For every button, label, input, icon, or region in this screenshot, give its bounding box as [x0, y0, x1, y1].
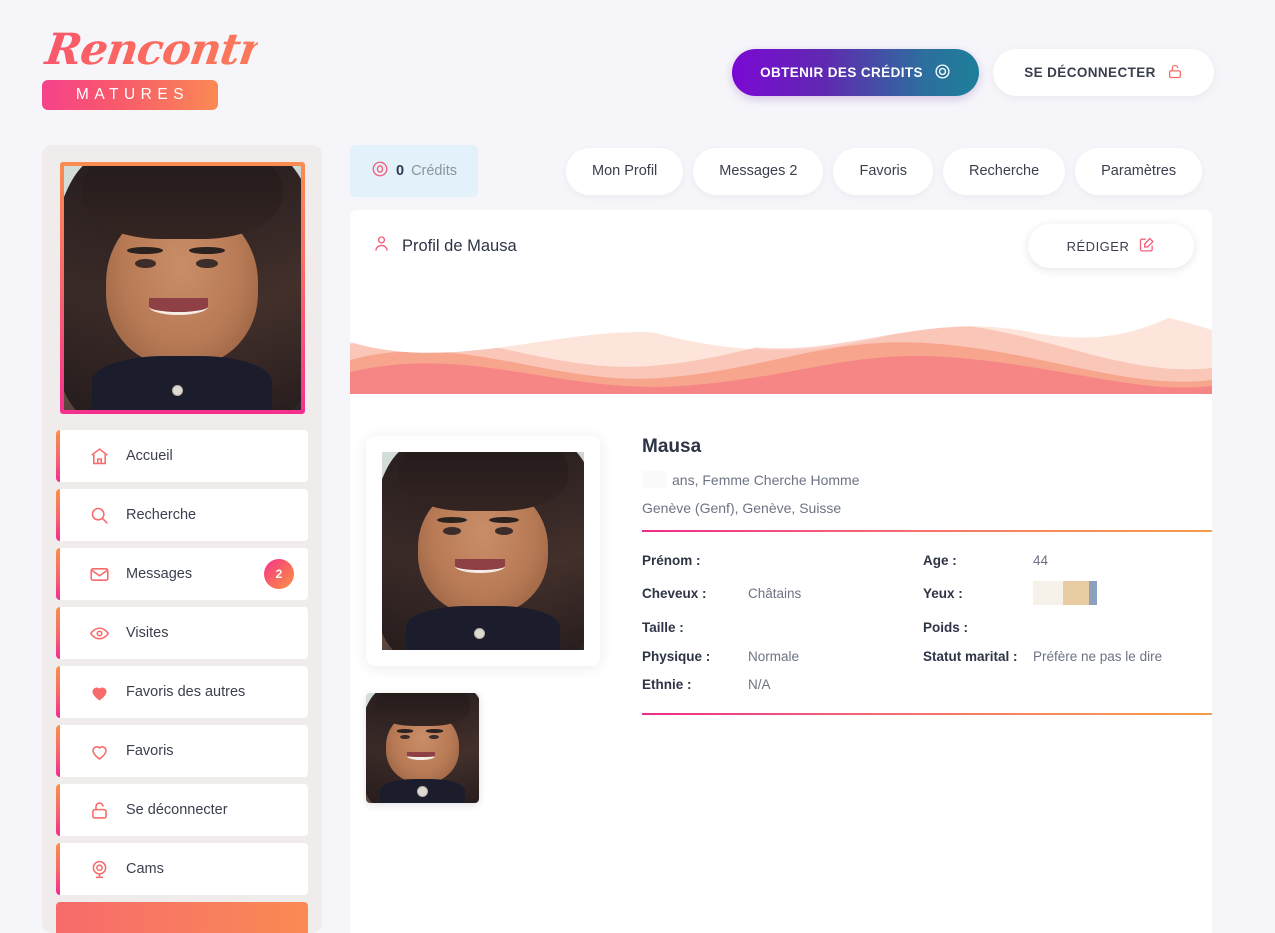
get-credits-label: OBTENIR DES CRÉDITS	[760, 65, 923, 80]
target-coin-icon	[371, 160, 389, 183]
pencil-square-icon	[1138, 236, 1155, 256]
panel-header: Profil de Mausa RÉDIGER	[350, 210, 1212, 282]
logout-label: SE DÉCONNECTER	[1024, 65, 1156, 80]
profile-info: Mausa ans, Femme Cherche Homme Genève (G…	[642, 436, 1212, 803]
tab-messages[interactable]: Messages 2	[693, 147, 824, 195]
tab-mon-profil[interactable]: Mon Profil	[566, 147, 684, 195]
sidebar-item-label: Visites	[126, 625, 169, 641]
sidebar-item-label: Messages	[126, 566, 193, 582]
brand-logo[interactable]: Rencontres MATURES	[42, 24, 314, 110]
sidebar-item-messages[interactable]: Messages 2	[56, 548, 308, 600]
sidebar-item-recherche[interactable]: Recherche	[56, 489, 308, 541]
brand-banner-word: MATURES	[42, 80, 218, 110]
sidebar-nav: Accueil Recherche Messages 2 Visites Fav…	[56, 430, 308, 933]
divider-top	[642, 530, 1212, 532]
field-value: N/A	[748, 677, 771, 692]
webcam-icon	[88, 858, 110, 880]
tab-recherche[interactable]: Recherche	[943, 147, 1066, 195]
decorative-wave-banner	[350, 282, 1212, 394]
tab-bar: Mon Profil Messages 2 Favoris Recherche …	[566, 147, 1203, 195]
field-label: Statut marital :	[923, 649, 1018, 664]
get-credits-button[interactable]: OBTENIR DES CRÉDITS	[732, 49, 979, 96]
sidebar-item-label: Favoris	[126, 743, 174, 759]
field-label: Ethnie :	[642, 677, 692, 692]
sidebar-item-label: Accueil	[126, 448, 173, 464]
unlock-icon	[1167, 63, 1183, 83]
heart-outline-icon	[88, 740, 110, 762]
brand-script-name: Rencontres	[38, 24, 314, 76]
envelope-icon	[88, 563, 110, 585]
top-toolbar: 0 Crédits Mon Profil Messages 2 Favoris …	[350, 145, 1212, 197]
page-title: Profil de Mausa	[402, 236, 517, 255]
field-label: Taille :	[642, 619, 684, 635]
main-photo-card[interactable]	[366, 436, 600, 666]
main-content: 0 Crédits Mon Profil Messages 2 Favoris …	[350, 145, 1212, 933]
search-icon	[88, 504, 110, 526]
sidebar-item-label: Favoris des autres	[126, 684, 246, 700]
credits-label: Crédits	[411, 163, 457, 179]
messages-badge: 2	[264, 559, 294, 589]
divider-bottom-info	[642, 713, 1212, 715]
field-value: Châtains	[748, 585, 802, 601]
logout-button[interactable]: SE DÉCONNECTER	[993, 49, 1214, 96]
field-value: 44	[1033, 553, 1049, 568]
field-value: Normale	[748, 649, 800, 664]
field-label: Poids :	[923, 619, 969, 635]
avatar[interactable]	[59, 162, 305, 414]
sidebar-item-label: Cams	[126, 861, 164, 877]
avatar-photo	[63, 166, 301, 410]
eyes-color-swatch	[1033, 581, 1097, 605]
sidebar-item-label: Se déconnecter	[126, 802, 228, 818]
field-value	[1033, 581, 1212, 605]
profile-subline-text: ans, Femme Cherche Homme	[672, 471, 860, 488]
profile-detail-grid: Prénom : Age : 44 Cheveux : Châtains Yeu…	[642, 553, 1212, 692]
sidebar: Accueil Recherche Messages 2 Visites Fav…	[42, 145, 322, 933]
sidebar-item-visites[interactable]: Visites	[56, 607, 308, 659]
age-redacted-block	[642, 471, 666, 488]
credits-count: 0	[395, 163, 405, 179]
unlock-icon	[88, 799, 110, 821]
sidebar-item-accueil[interactable]: Accueil	[56, 430, 308, 482]
tab-parametres[interactable]: Paramètres	[1075, 147, 1203, 195]
field-label: Yeux :	[923, 585, 963, 601]
photo-column	[366, 436, 607, 803]
tab-favoris[interactable]: Favoris	[833, 147, 934, 195]
person-icon	[372, 234, 391, 258]
photo-thumbnail[interactable]	[366, 693, 479, 803]
profile-body: Mausa ans, Femme Cherche Homme Genève (G…	[350, 394, 1212, 803]
profile-panel: Profil de Mausa RÉDIGER Mausa ans, Femme…	[350, 210, 1212, 933]
sidebar-item-cams[interactable]: Cams	[56, 843, 308, 895]
field-value	[748, 618, 923, 636]
sidebar-item-label: Recherche	[126, 507, 197, 523]
sidebar-item-se-deconnecter[interactable]: Se déconnecter	[56, 784, 308, 836]
field-label: Age :	[923, 553, 957, 568]
profile-name: Mausa	[642, 436, 702, 457]
sidebar-item-favoris[interactable]: Favoris	[56, 725, 308, 777]
home-icon	[88, 445, 110, 467]
profile-location: Genève (Genf), Genève, Suisse	[642, 500, 842, 516]
app-header: Rencontres MATURES OBTENIR DES CRÉDITS S…	[0, 0, 1275, 140]
heart-filled-icon	[88, 681, 110, 703]
target-coin-icon	[934, 63, 951, 83]
sidebar-cta-button[interactable]	[56, 902, 308, 933]
sidebar-item-favoris-des-autres[interactable]: Favoris des autres	[56, 666, 308, 718]
field-label: Cheveux :	[642, 585, 707, 601]
field-value: Préfère ne pas le dire	[1033, 649, 1163, 664]
main-photo	[382, 452, 584, 650]
field-label: Physique :	[642, 649, 711, 664]
credits-chip[interactable]: 0 Crédits	[350, 145, 478, 197]
eye-icon	[88, 622, 110, 644]
edit-profile-button[interactable]: RÉDIGER	[1028, 224, 1194, 268]
edit-label: RÉDIGER	[1066, 238, 1130, 254]
field-label: Prénom :	[642, 553, 701, 568]
profile-subline: ans, Femme Cherche Homme	[642, 471, 1212, 488]
